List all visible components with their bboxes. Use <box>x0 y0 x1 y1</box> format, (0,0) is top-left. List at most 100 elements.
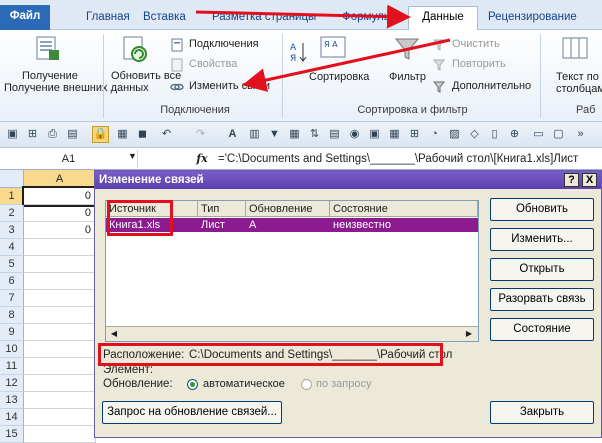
undo-icon[interactable]: ↶ <box>158 126 175 143</box>
row-header[interactable]: 4 <box>0 239 24 256</box>
row-header[interactable]: 10 <box>0 341 24 358</box>
row-header[interactable]: 8 <box>0 307 24 324</box>
table-cell[interactable] <box>24 341 96 358</box>
table-cell[interactable] <box>24 307 96 324</box>
col-header-status[interactable]: Состояние <box>330 201 478 217</box>
connections-button[interactable]: Подключения <box>189 38 259 50</box>
row-header[interactable]: 14 <box>0 409 24 426</box>
change-source-button[interactable]: Изменить... <box>490 228 594 251</box>
table-cell[interactable] <box>24 375 96 392</box>
refresh-icon <box>123 36 147 62</box>
row-header[interactable]: 11 <box>0 358 24 375</box>
manual-radio[interactable] <box>301 379 312 390</box>
print-preview-icon[interactable]: ⊞ <box>24 126 41 143</box>
pie-icon[interactable]: ◔ <box>426 126 443 143</box>
close-icon[interactable]: X <box>582 173 597 187</box>
table-icon[interactable]: ▤ <box>326 126 343 143</box>
check-status-button[interactable]: Состояние <box>490 318 594 341</box>
row-header[interactable]: 7 <box>0 290 24 307</box>
filter-icon[interactable]: ▼ <box>266 126 283 143</box>
table-cell[interactable] <box>24 239 96 256</box>
break-link-button[interactable]: Разорвать связь <box>490 288 594 311</box>
table-cell[interactable]: 0 <box>22 186 98 207</box>
edit-links-button[interactable]: Изменить связи <box>189 80 270 92</box>
col-header-type[interactable]: Тип <box>198 201 246 217</box>
formula-input[interactable]: ='C:\Documents and Settings\_______\Рабо… <box>218 150 578 168</box>
scroll-left-icon[interactable]: ◀ <box>107 328 121 340</box>
reapply-button[interactable]: Повторить <box>452 58 506 70</box>
row-header[interactable]: 2 <box>0 205 24 222</box>
row-header[interactable]: 9 <box>0 324 24 341</box>
redo-icon[interactable]: ↷ <box>192 126 209 143</box>
table-cell[interactable] <box>24 256 96 273</box>
row-header[interactable]: 1 <box>0 188 24 205</box>
table-cell[interactable] <box>24 426 96 443</box>
row-header[interactable]: 13 <box>0 392 24 409</box>
tab-home[interactable]: Главная <box>80 7 136 30</box>
chart-icon[interactable]: ▥ <box>246 126 263 143</box>
border-icon[interactable]: ▢ <box>550 126 567 143</box>
print-icon[interactable]: ⎙ <box>44 126 61 143</box>
document-icon[interactable]: ▯ <box>486 126 503 143</box>
table-cell[interactable] <box>24 392 96 409</box>
excel-icon[interactable]: ▦ <box>114 126 131 143</box>
tab-review[interactable]: Рецензирование <box>482 7 583 30</box>
disk-icon[interactable]: ◼ <box>134 126 151 143</box>
sort-icon[interactable]: ⇅ <box>306 126 323 143</box>
ribbon-tab-bar: Файл Главная Вставка Разметка страницы Ф… <box>0 0 602 31</box>
sort-button[interactable]: Сортировка <box>309 71 369 83</box>
table-cell[interactable]: 0 <box>24 222 96 239</box>
help-button[interactable]: ? <box>564 173 579 187</box>
grid-icon[interactable]: ▦ <box>286 126 303 143</box>
column-header-a[interactable]: A <box>24 170 96 188</box>
row-header[interactable]: 3 <box>0 222 24 239</box>
scroll-right-icon[interactable]: ▶ <box>462 328 476 340</box>
table-cell[interactable]: 0 <box>24 205 96 222</box>
table-cell[interactable] <box>24 358 96 375</box>
chevron-down-icon[interactable]: ▼ <box>128 151 137 161</box>
save-icon[interactable]: ▣ <box>4 126 21 143</box>
properties-icon <box>171 58 183 72</box>
text-to-columns-button[interactable]: Текст по столбцам <box>556 71 602 95</box>
tab-page-layout[interactable]: Разметка страницы <box>206 7 322 30</box>
startup-prompt-button[interactable]: Запрос на обновление связей... <box>102 401 282 424</box>
zoom-icon[interactable]: ⊕ <box>506 126 523 143</box>
tab-data[interactable]: Данные <box>408 6 478 31</box>
advanced-filter-icon <box>433 81 446 93</box>
name-box[interactable]: A1 <box>0 150 138 168</box>
filter-button[interactable]: Фильтр <box>389 71 426 83</box>
table-cell[interactable] <box>24 324 96 341</box>
form-icon[interactable]: ▣ <box>366 126 383 143</box>
textbox-icon[interactable]: ▭ <box>530 126 547 143</box>
update-values-button[interactable]: Обновить <box>490 198 594 221</box>
row-header[interactable]: 5 <box>0 256 24 273</box>
row-header[interactable]: 15 <box>0 426 24 443</box>
image-icon[interactable]: ▨ <box>446 126 463 143</box>
close-button[interactable]: Закрыть <box>490 401 594 424</box>
tab-formulas[interactable]: Формулы <box>336 7 398 30</box>
auto-radio[interactable] <box>187 379 198 390</box>
shapes-icon[interactable]: ◇ <box>466 126 483 143</box>
row-header[interactable]: 12 <box>0 375 24 392</box>
table-cell[interactable] <box>24 290 96 307</box>
horizontal-scrollbar[interactable]: ◀ ▶ <box>106 326 478 341</box>
fx-icon[interactable]: fx <box>192 150 212 168</box>
clear-button[interactable]: Очистить <box>452 38 500 50</box>
select-all-corner[interactable] <box>0 170 24 188</box>
open-source-button[interactable]: Открыть <box>490 258 594 281</box>
calc-icon[interactable]: ▦ <box>386 126 403 143</box>
properties-button[interactable]: Свойства <box>189 58 237 70</box>
font-icon[interactable]: A <box>224 126 241 143</box>
row-header[interactable]: 6 <box>0 273 24 290</box>
table-cell[interactable] <box>24 273 96 290</box>
col-header-update[interactable]: Обновление <box>246 201 330 217</box>
more-icon[interactable]: » <box>572 126 589 143</box>
tab-insert[interactable]: Вставка <box>137 7 192 30</box>
camera-icon[interactable]: ◉ <box>346 126 363 143</box>
lock-icon[interactable]: 🔒 <box>92 126 109 143</box>
paste-icon[interactable]: ▤ <box>64 126 81 143</box>
tab-file[interactable]: Файл <box>0 5 50 30</box>
table-cell[interactable] <box>24 409 96 426</box>
advanced-button[interactable]: Дополнительно <box>452 80 531 92</box>
pivot-icon[interactable]: ⊞ <box>406 126 423 143</box>
